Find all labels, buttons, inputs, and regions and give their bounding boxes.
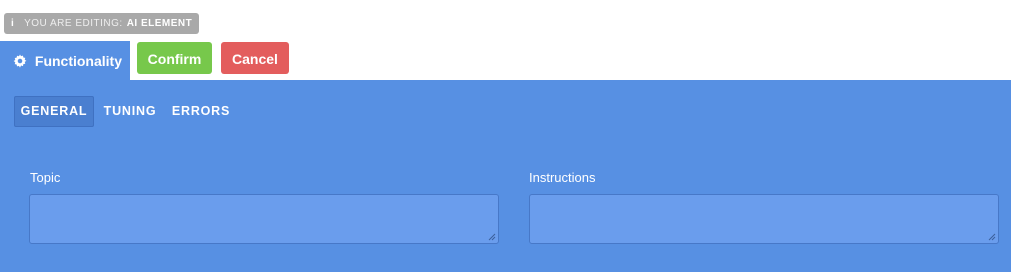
subtab-tuning[interactable]: TUNING — [100, 96, 160, 127]
resize-handle-icon[interactable] — [488, 233, 496, 241]
instructions-label: Instructions — [529, 170, 596, 185]
topic-textarea[interactable] — [29, 194, 499, 244]
tab-functionality-label: Functionality — [34, 53, 123, 69]
topic-label: Topic — [30, 170, 61, 185]
confirm-button[interactable]: Confirm — [137, 42, 212, 74]
editing-target: AI ELEMENT — [126, 18, 193, 29]
editing-prefix: YOU ARE EDITING: — [24, 18, 123, 29]
gear-icon — [13, 54, 27, 68]
tab-functionality[interactable]: Functionality — [0, 41, 130, 81]
resize-handle-icon[interactable] — [988, 233, 996, 241]
functionality-panel: GENERAL TUNING ERRORS Topic Instructions — [0, 80, 1011, 272]
cancel-button[interactable]: Cancel — [221, 42, 289, 74]
editing-badge: i YOU ARE EDITING: AI ELEMENT — [4, 13, 199, 34]
info-icon: i — [11, 18, 15, 29]
instructions-textarea[interactable] — [529, 194, 999, 244]
subtab-general[interactable]: GENERAL — [14, 96, 94, 127]
subtab-errors[interactable]: ERRORS — [170, 96, 232, 127]
